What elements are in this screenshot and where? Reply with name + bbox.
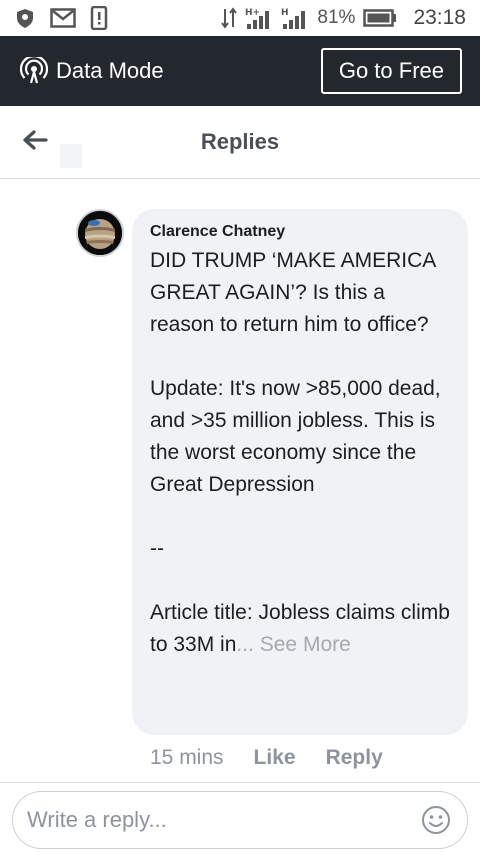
data-mode-indicator[interactable]: Data Mode	[20, 57, 164, 85]
status-left-icons	[14, 6, 108, 30]
comment-author[interactable]: Clarence Chatney	[150, 223, 450, 241]
divider	[0, 782, 480, 783]
clock: 23:18	[413, 6, 466, 29]
replies-header: Replies	[0, 106, 480, 179]
shield-icon	[14, 7, 36, 29]
status-right-icons: H+ H 81% 23:18	[221, 6, 466, 30]
pressed-highlight	[60, 144, 82, 168]
comment-actions: 15 mins Like Reply	[150, 746, 383, 770]
data-mode-bar: Data Mode Go to Free	[0, 36, 480, 106]
like-button[interactable]: Like	[254, 746, 296, 770]
see-more-link[interactable]: See More	[260, 633, 351, 656]
emoji-icon[interactable]	[419, 803, 453, 837]
reply-composer	[12, 791, 468, 849]
svg-text:H: H	[281, 8, 289, 18]
comment-text: DID TRUMP ‘MAKE AMERICA GREAT AGAIN’? Is…	[150, 249, 450, 656]
svg-text:H+: H+	[245, 8, 260, 18]
reply-button[interactable]: Reply	[326, 746, 383, 770]
back-arrow-icon	[22, 129, 48, 156]
avatar[interactable]	[76, 209, 124, 257]
broadcast-icon	[20, 57, 48, 85]
phone-alert-icon	[90, 6, 108, 30]
back-button[interactable]	[22, 129, 50, 156]
data-transfer-icon	[221, 7, 238, 29]
reply-input[interactable]	[27, 807, 419, 833]
go-to-free-button[interactable]: Go to Free	[320, 48, 462, 94]
comment-time: 15 mins	[150, 746, 224, 769]
comment-bubble[interactable]: Clarence Chatney DID TRUMP ‘MAKE AMERICA…	[132, 209, 468, 735]
data-mode-label: Data Mode	[56, 58, 164, 83]
signal-h-plus-icon: H+	[245, 6, 273, 30]
battery-percent: 81%	[317, 7, 356, 28]
ellipsis: ...	[236, 633, 254, 656]
gmail-icon	[50, 7, 76, 29]
signal-h-icon: H	[281, 6, 309, 30]
avatar-image	[78, 211, 122, 255]
status-bar: H+ H 81% 23:18	[0, 0, 480, 36]
comment-body: DID TRUMP ‘MAKE AMERICA GREAT AGAIN’? Is…	[150, 245, 450, 661]
battery-icon	[363, 9, 397, 27]
